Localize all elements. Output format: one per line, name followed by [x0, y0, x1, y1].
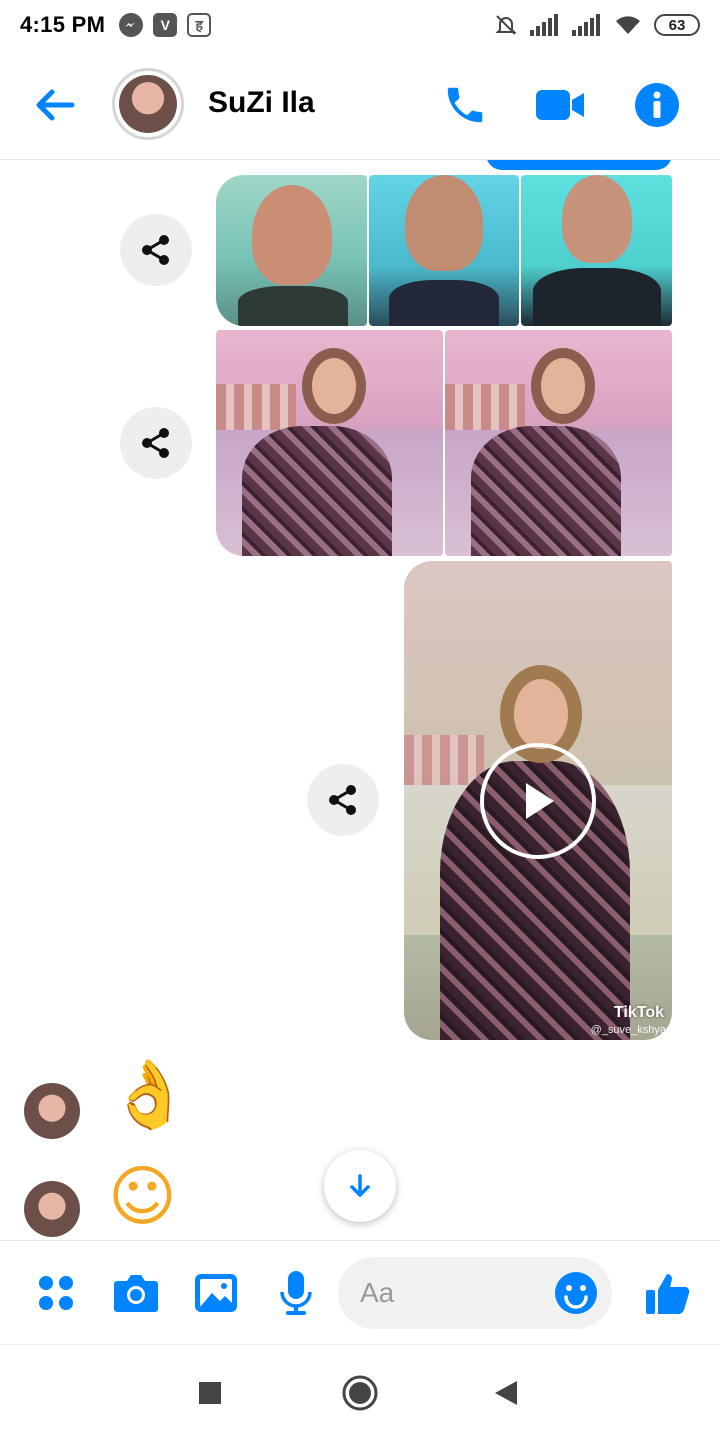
- thumbs-up-icon: [646, 1274, 690, 1314]
- four-dots-icon: [39, 1276, 73, 1310]
- photo-attachment[interactable]: [445, 330, 672, 556]
- shirt: [389, 280, 499, 326]
- conversation-info-button[interactable]: [632, 80, 682, 130]
- mute-bell-icon: [495, 15, 517, 35]
- share-icon: [329, 785, 356, 815]
- signal-1-icon: [530, 14, 558, 36]
- messenger-icon: [119, 13, 144, 37]
- more-actions-button[interactable]: [32, 1269, 80, 1317]
- like-button[interactable]: [644, 1269, 692, 1317]
- share-button[interactable]: [307, 764, 379, 836]
- emoji-icon[interactable]: [554, 1271, 598, 1315]
- girl-shirt: [471, 426, 621, 556]
- scroll-to-bottom-button[interactable]: [324, 1150, 396, 1222]
- circle-icon: [342, 1375, 378, 1411]
- face: [561, 175, 632, 263]
- buildings: [216, 384, 296, 430]
- phone-icon: [447, 87, 483, 123]
- contact-name[interactable]: SuZi Ila: [208, 86, 315, 120]
- camera-icon: [114, 1275, 158, 1312]
- play-button[interactable]: [480, 743, 596, 859]
- status-bar: 4:15 PM V ह 63: [0, 0, 720, 50]
- avatar-photo: [119, 75, 177, 133]
- message-composer: [0, 1240, 720, 1344]
- system-icons: 63: [494, 13, 700, 37]
- camera-button[interactable]: [112, 1269, 160, 1317]
- girl-shirt: [242, 426, 392, 556]
- girl-head: [312, 358, 356, 414]
- photo-attachment[interactable]: [216, 175, 367, 326]
- girl-head: [541, 358, 585, 414]
- play-icon: [526, 783, 554, 819]
- gallery-button[interactable]: [192, 1269, 240, 1317]
- conversation-header: SuZi Ila: [0, 50, 720, 160]
- contact-avatar[interactable]: [112, 68, 184, 140]
- video-call-button[interactable]: [536, 80, 586, 130]
- share-button[interactable]: [120, 214, 192, 286]
- microphone-icon: [280, 1271, 312, 1315]
- shirt: [533, 268, 661, 326]
- signal-2-icon: [572, 14, 600, 36]
- square-icon: [199, 1382, 221, 1404]
- message-list[interactable]: TikTok @_suve_kshya 👌 ☺: [0, 160, 720, 1240]
- voice-call-button[interactable]: [440, 80, 490, 130]
- video-camera-icon: [536, 90, 584, 120]
- v-app-icon: V: [153, 13, 178, 37]
- notification-icons: V ह: [119, 13, 212, 37]
- girl-head: [514, 679, 568, 749]
- wifi-icon: [616, 16, 640, 34]
- share-icon: [142, 428, 169, 458]
- sender-avatar[interactable]: [24, 1083, 80, 1139]
- message-input-container[interactable]: [338, 1257, 612, 1329]
- back-button[interactable]: [486, 1373, 526, 1413]
- recents-button[interactable]: [190, 1373, 230, 1413]
- video-attachment[interactable]: TikTok @_suve_kshya: [404, 561, 672, 1040]
- home-button[interactable]: [340, 1373, 380, 1413]
- smiling-face-emoji[interactable]: ☺: [108, 1164, 177, 1230]
- status-time: 4:15 PM: [20, 12, 106, 37]
- photo-attachment[interactable]: [216, 330, 443, 556]
- tiktok-watermark: TikTok: [613, 1004, 664, 1021]
- battery-indicator: 63: [654, 14, 700, 36]
- face: [405, 175, 483, 271]
- info-icon: [635, 83, 679, 127]
- voice-message-button[interactable]: [272, 1269, 320, 1317]
- buildings: [445, 384, 525, 430]
- previous-message-bubble[interactable]: [486, 160, 672, 170]
- photo-attachment[interactable]: [369, 175, 519, 326]
- buildings: [404, 735, 484, 785]
- photo-attachment[interactable]: [521, 175, 672, 326]
- arrow-down-icon: [350, 1174, 370, 1197]
- image-icon: [195, 1274, 237, 1312]
- message-input[interactable]: [360, 1275, 540, 1311]
- back-arrow-icon[interactable]: [32, 82, 78, 128]
- triangle-back-icon: [495, 1381, 517, 1405]
- share-button[interactable]: [120, 407, 192, 479]
- shirt: [238, 286, 348, 326]
- face: [251, 185, 332, 285]
- sender-avatar[interactable]: [24, 1181, 80, 1237]
- tiktok-username: @_suve_kshya: [590, 1024, 666, 1036]
- system-navigation-bar: [0, 1344, 720, 1440]
- ok-hand-emoji[interactable]: 👌: [108, 1062, 190, 1128]
- keyboard-app-icon: ह: [187, 13, 212, 37]
- share-icon: [142, 235, 169, 265]
